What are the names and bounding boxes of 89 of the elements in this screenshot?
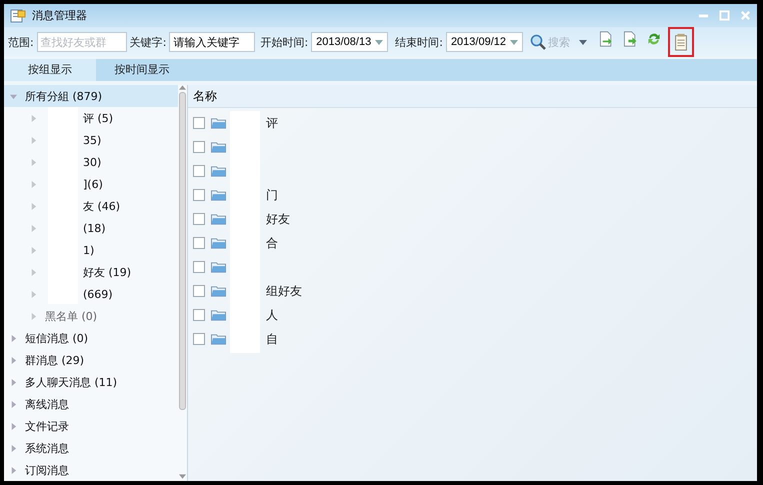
document-arrow-icon	[598, 30, 614, 48]
folder-icon	[211, 285, 226, 297]
tree-item[interactable]: 1)	[4, 239, 178, 261]
scroll-up-icon[interactable]	[179, 85, 186, 90]
maximize-icon[interactable]	[719, 10, 730, 21]
end-date-dropdown[interactable]: 2013/09/12	[446, 32, 523, 52]
clipboard-icon	[672, 33, 690, 51]
column-header[interactable]: 名称	[188, 85, 757, 108]
row-label: 合	[266, 234, 278, 252]
expand-arrow-icon[interactable]	[30, 224, 37, 232]
tree-item[interactable]: 好友 (19)	[4, 261, 178, 283]
expand-arrow-icon[interactable]	[10, 400, 17, 408]
checkbox[interactable]	[193, 261, 205, 273]
tree-item[interactable]: 群消息 (29)	[4, 349, 178, 371]
keyword-field[interactable]: 请输入关键字	[169, 32, 256, 52]
tree-item[interactable]: 系统消息	[4, 437, 178, 459]
scope-field[interactable]: 查找好友或群	[36, 32, 127, 52]
row-label: 门	[266, 186, 278, 204]
expand-arrow-icon[interactable]	[10, 466, 17, 474]
checkbox[interactable]	[193, 189, 205, 201]
tree-item[interactable]: (669)	[4, 283, 178, 305]
expand-arrow-icon[interactable]	[30, 114, 37, 122]
view-tab[interactable]: 按时间显示	[96, 59, 188, 81]
caret-icon[interactable]	[375, 40, 384, 44]
tree-item[interactable]: 30)	[4, 151, 178, 173]
close-icon[interactable]	[740, 10, 751, 21]
app-icon	[10, 8, 26, 24]
scroll-down-icon[interactable]	[179, 474, 186, 479]
tree-item[interactable]: 文件记录	[4, 415, 178, 437]
window-title: 消息管理器	[32, 8, 87, 23]
folder-icon	[211, 213, 226, 225]
folder-icon	[211, 261, 226, 273]
tree-item[interactable]: 离线消息	[4, 393, 178, 415]
tree-item[interactable]: 所有分組 (879)	[4, 85, 178, 107]
checkbox[interactable]	[193, 237, 205, 249]
expand-arrow-icon[interactable]	[30, 268, 37, 276]
expand-arrow-icon[interactable]	[10, 92, 17, 100]
checkbox[interactable]	[193, 285, 205, 297]
tree-item[interactable]: (18)	[4, 217, 178, 239]
row-label: 好友	[266, 210, 290, 228]
tree-item[interactable]: 多人聊天消息 (11)	[4, 371, 178, 393]
expand-arrow-icon[interactable]	[10, 378, 17, 386]
expand-arrow-icon[interactable]	[10, 334, 17, 342]
folder-icon	[211, 117, 226, 129]
start-date-dropdown[interactable]: 2013/08/13	[311, 32, 388, 52]
document-arrow-icon	[622, 30, 638, 48]
tree-item[interactable]: 评 (5)	[4, 107, 178, 129]
expand-arrow-icon[interactable]	[30, 246, 37, 254]
checkbox[interactable]	[193, 213, 205, 225]
checkbox[interactable]	[193, 309, 205, 321]
checkbox[interactable]	[193, 333, 205, 345]
notes-tool[interactable]	[668, 27, 694, 57]
expand-arrow-icon[interactable]	[30, 180, 37, 188]
checkbox[interactable]	[193, 165, 205, 177]
search-icon	[530, 34, 546, 50]
checkbox[interactable]	[193, 117, 205, 129]
folder-icon	[211, 189, 226, 201]
keyword-label: 关键字:	[130, 34, 166, 50]
folder-icon	[211, 333, 226, 345]
row-label: 人	[266, 306, 278, 324]
tree-item[interactable]: 友 (46)	[4, 195, 178, 217]
tree-item[interactable]: 35)	[4, 129, 178, 151]
end-time-label: 结束时间:	[395, 34, 443, 50]
expand-arrow-icon[interactable]	[10, 356, 17, 364]
folder-icon	[211, 237, 226, 249]
scrollbar[interactable]	[178, 85, 187, 481]
tree-item[interactable]: ](6)	[4, 173, 178, 195]
expand-arrow-icon[interactable]	[10, 422, 17, 430]
row-label: 组好友	[266, 282, 302, 300]
expand-arrow-icon[interactable]	[30, 290, 37, 298]
folder-icon	[211, 165, 226, 177]
checkbox[interactable]	[193, 141, 205, 153]
expand-arrow-icon[interactable]	[30, 158, 37, 166]
start-time-label: 开始时间:	[260, 34, 308, 50]
folder-icon	[211, 309, 226, 321]
expand-arrow-icon[interactable]	[30, 136, 37, 144]
row-label: 评	[266, 114, 278, 132]
folder-icon	[211, 141, 226, 153]
expand-arrow-icon[interactable]	[10, 444, 17, 452]
tree-item[interactable]: 黑名单 (0)	[4, 305, 178, 327]
scope-label: 范围:	[8, 34, 34, 50]
caret-icon[interactable]	[510, 40, 518, 44]
expand-arrow-icon[interactable]	[30, 202, 37, 210]
tree-item[interactable]: 订阅消息	[4, 459, 178, 481]
tree-item[interactable]: 短信消息 (0)	[4, 327, 178, 349]
row-label: 自	[266, 330, 278, 348]
view-tab[interactable]: 按组显示	[4, 59, 96, 81]
caret-icon[interactable]	[579, 40, 587, 44]
expand-arrow-icon[interactable]	[30, 312, 37, 320]
